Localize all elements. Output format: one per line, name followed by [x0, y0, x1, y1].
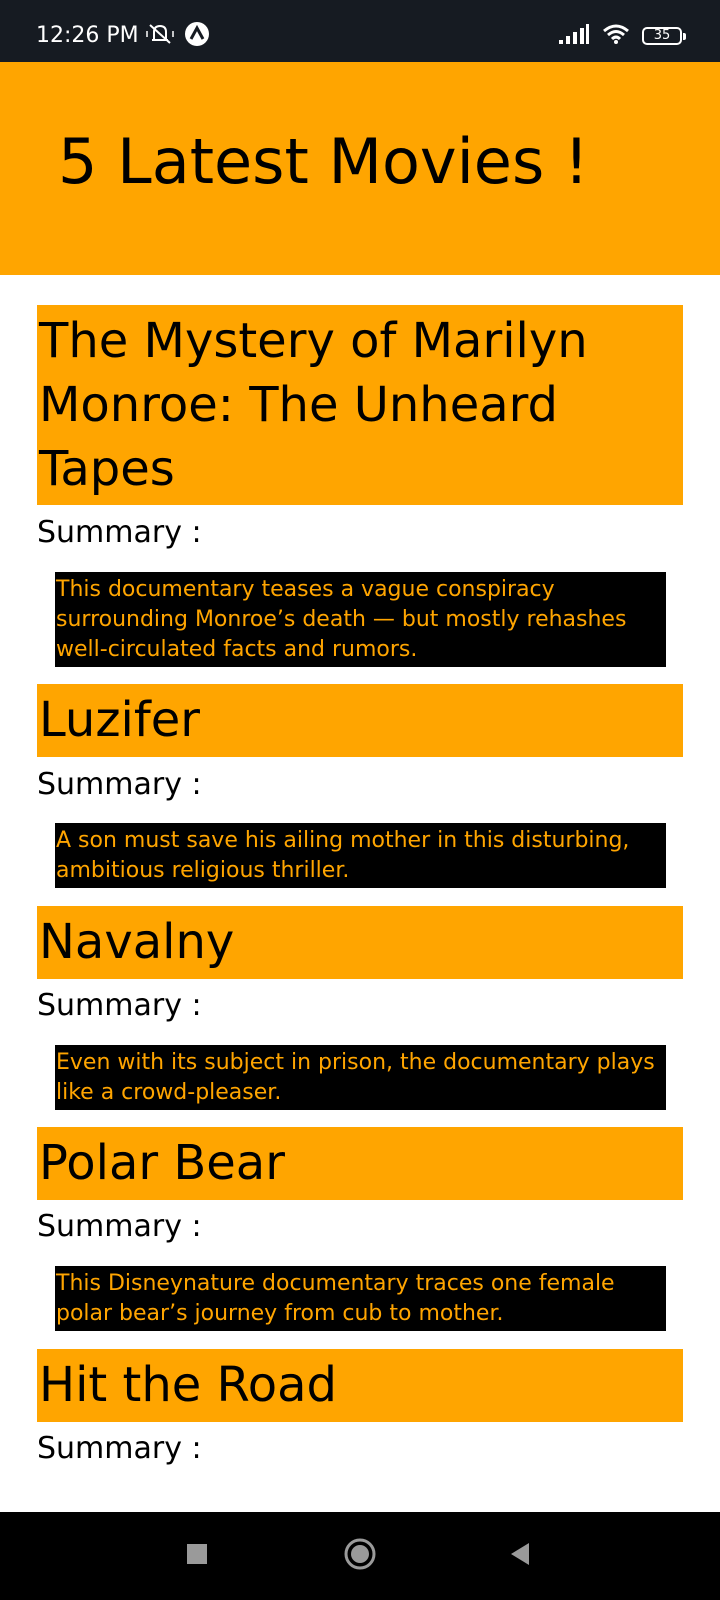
movie-list[interactable]: The Mystery of Marilyn Monroe: The Unhea…: [0, 275, 720, 1512]
movie-summary: This Disneynature documentary traces one…: [55, 1266, 666, 1331]
back-triangle-icon: [507, 1541, 533, 1571]
screen: 12:26 PM 35 5 Latest Movies ! The Myster…: [0, 0, 720, 1600]
movie-summary: A son must save his ailing mother in thi…: [55, 823, 666, 888]
navigation-bar: [0, 1512, 720, 1600]
back-button[interactable]: [500, 1536, 540, 1576]
app-badge-icon: [184, 21, 210, 51]
movie-title: The Mystery of Marilyn Monroe: The Unhea…: [37, 305, 683, 505]
recents-button[interactable]: [177, 1536, 217, 1576]
app-header: 5 Latest Movies !: [0, 62, 720, 275]
summary-label: Summary :: [37, 1431, 202, 1466]
summary-label: Summary :: [37, 1209, 202, 1244]
status-time: 12:26 PM: [36, 23, 139, 48]
page-title: 5 Latest Movies !: [58, 125, 589, 198]
movie-summary: This documentary teases a vague conspira…: [55, 572, 666, 667]
summary-label: Summary :: [37, 767, 202, 802]
battery-icon: 35: [642, 27, 686, 45]
status-bar: 12:26 PM 35: [0, 0, 720, 62]
status-right-icons: 35: [558, 22, 686, 50]
signal-icon: [558, 23, 590, 49]
mute-notification-icon: [146, 22, 174, 50]
movie-summary: Even with its subject in prison, the doc…: [55, 1045, 666, 1110]
wifi-icon: [602, 23, 630, 49]
movie-title: Polar Bear: [37, 1127, 683, 1200]
movie-title: Hit the Road: [37, 1349, 683, 1422]
summary-label: Summary :: [37, 988, 202, 1023]
movie-title: Luzifer: [37, 684, 683, 757]
home-button[interactable]: [340, 1536, 380, 1576]
summary-label: Summary :: [37, 515, 202, 550]
home-circle-icon: [343, 1537, 377, 1575]
recents-square-icon: [185, 1542, 209, 1570]
movie-title: Navalny: [37, 906, 683, 979]
status-left-icons: [146, 22, 210, 50]
